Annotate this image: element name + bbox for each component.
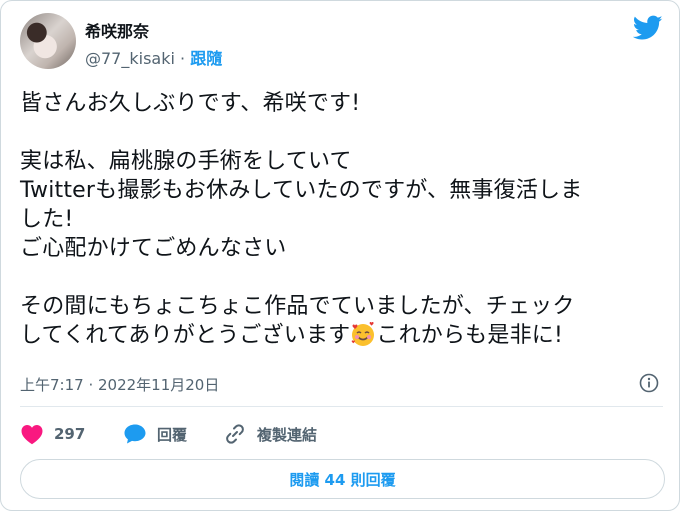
tweet-text: 皆さんお久しぶりです、希咲です! 実は私、扁桃腺の手術をしていて Twitter… xyxy=(20,89,660,350)
avatar[interactable] xyxy=(20,13,76,69)
twitter-bird-icon[interactable] xyxy=(633,15,663,41)
like-count: 297 xyxy=(54,425,86,443)
author-handle-line: @77_kisaki · 跟隨 xyxy=(85,45,222,69)
smiling-face-with-hearts-icon xyxy=(350,321,376,347)
reply-label: 回覆 xyxy=(157,425,188,444)
tweet-timestamp[interactable]: 上午7:17 · 2022年11月20日 xyxy=(20,374,219,395)
info-icon[interactable] xyxy=(639,373,659,393)
divider xyxy=(20,406,663,407)
reply-bubble-icon xyxy=(124,424,146,444)
author-display-name[interactable]: 希咲那奈 xyxy=(85,18,149,42)
tweet-text-main: 皆さんお久しぶりです、希咲です! 実は私、扁桃腺の手術をしていて Twitter… xyxy=(20,91,583,348)
tweet-text-end: これからも是非に! xyxy=(376,323,563,348)
copy-link-button[interactable]: 複製連結 xyxy=(223,422,317,446)
link-icon xyxy=(226,424,244,444)
reply-button[interactable]: 回覆 xyxy=(123,422,187,446)
copy-link-label: 複製連結 xyxy=(257,425,318,444)
handle-separator: · xyxy=(174,49,191,68)
follow-link[interactable]: 跟隨 xyxy=(190,49,222,68)
like-button[interactable]: 297 xyxy=(20,422,85,446)
heart-icon xyxy=(21,425,43,445)
tweet-card: 希咲那奈 @77_kisaki · 跟隨 皆さんお久しぶりです、希咲です! 実は… xyxy=(0,0,680,511)
read-replies-button[interactable]: 閱讀 44 則回覆 xyxy=(20,459,665,499)
author-handle[interactable]: @77_kisaki xyxy=(85,49,175,68)
